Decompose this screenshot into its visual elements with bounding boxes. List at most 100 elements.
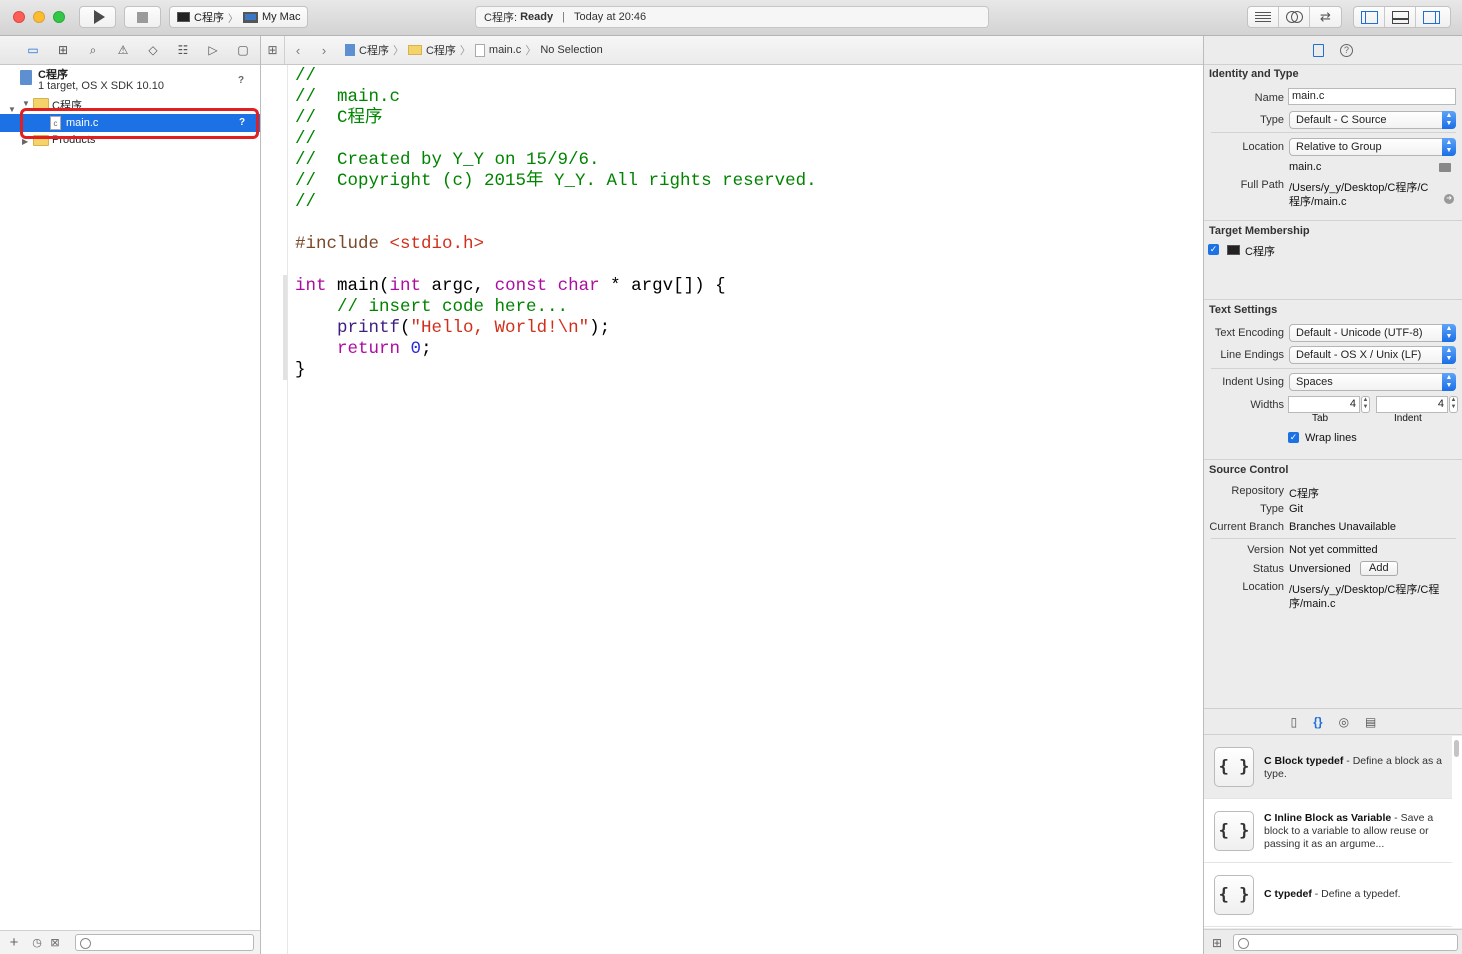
find-navigator-tab-icon[interactable]: ⌕	[78, 43, 108, 58]
tab-width-stepper[interactable]: ▲ ▼	[1361, 396, 1370, 413]
breadcrumb-group[interactable]: C程序	[426, 42, 456, 58]
code-line[interactable]: return 0;	[295, 339, 817, 360]
code-line[interactable]: // Copyright (c) 2015年 Y_Y. All rights r…	[295, 171, 817, 192]
minimize-window-button[interactable]	[33, 11, 45, 23]
identity-section-title: Identity and Type	[1209, 68, 1299, 80]
code-text[interactable]: //// main.c// C程序//// Created by Y_Y on …	[295, 66, 817, 381]
sc-location-line2: 序/main.c	[1289, 598, 1336, 610]
forward-arrow-icon[interactable]: ›	[311, 43, 337, 58]
add-icon[interactable]: +	[0, 934, 28, 951]
name-label: Name	[1254, 92, 1284, 104]
code-line[interactable]	[295, 255, 817, 276]
symbol-navigator-tab-icon[interactable]: ⊞	[48, 43, 78, 57]
code-line[interactable]: //	[295, 192, 817, 213]
location-file: main.c	[1289, 161, 1322, 173]
zoom-window-button[interactable]	[53, 11, 65, 23]
indent-using-popup[interactable]: Spaces ▲ ▼	[1289, 373, 1456, 391]
standard-editor-button[interactable]	[1248, 7, 1279, 27]
grid-view-icon[interactable]: ⊞	[1212, 936, 1222, 950]
snippet-item[interactable]: { } C Inline Block as Variable - Save a …	[1204, 800, 1452, 863]
issue-navigator-tab-icon[interactable]: ⚠	[108, 43, 138, 57]
code-snippet-icon: { }	[1214, 747, 1254, 787]
reveal-in-finder-icon[interactable]: ➜	[1444, 194, 1454, 204]
code-line[interactable]	[295, 213, 817, 234]
version-editor-icon: ⇄	[1320, 9, 1331, 24]
report-navigator-tab-icon[interactable]: ▢	[228, 43, 258, 57]
snippet-item[interactable]: { } C Block typedef - Define a block as …	[1204, 736, 1452, 799]
related-items-icon[interactable]: ⊞	[261, 36, 285, 64]
toggle-utilities-button[interactable]	[1416, 7, 1447, 27]
add-to-scm-button[interactable]: Add	[1360, 561, 1398, 576]
code-line[interactable]: // insert code here...	[295, 297, 817, 318]
snippet-text: C Inline Block as Variable - Save a bloc…	[1264, 812, 1442, 851]
recent-files-icon[interactable]: ◷	[28, 936, 46, 949]
code-line[interactable]: //	[295, 66, 817, 87]
version-editor-button[interactable]: ⇄	[1310, 7, 1341, 27]
breadcrumb-project[interactable]: C程序	[359, 42, 389, 58]
source-editor[interactable]: //// main.c// C程序//// Created by Y_Y on …	[261, 65, 1203, 954]
choose-folder-icon[interactable]	[1439, 163, 1451, 172]
indent-width-stepper[interactable]: ▲ ▼	[1449, 396, 1458, 413]
version-label: Version	[1247, 544, 1284, 556]
disclosure-open-icon[interactable]: ▼	[8, 105, 16, 114]
line-endings-value: Default - OS X / Unix (LF)	[1296, 349, 1422, 361]
target-name: C程序	[1245, 246, 1275, 258]
breadcrumb-file[interactable]: main.c	[489, 44, 521, 56]
indent-width-field[interactable]: 4	[1376, 396, 1448, 413]
media-library-icon[interactable]: ▤	[1365, 715, 1376, 729]
line-gutter[interactable]	[261, 65, 288, 954]
library-filter-input[interactable]	[1233, 934, 1458, 951]
assistant-editor-icon	[1286, 11, 1303, 23]
quick-help-icon[interactable]: ?	[1340, 43, 1353, 57]
text-settings-section-title: Text Settings	[1209, 304, 1278, 316]
library-tabs: ▯ {} ◎ ▤	[1204, 708, 1462, 735]
text-encoding-value: Default - Unicode (UTF-8)	[1296, 327, 1423, 339]
library-scrollbar[interactable]	[1454, 740, 1459, 757]
file-type-popup[interactable]: Default - C Source ▲ ▼	[1289, 111, 1456, 129]
divider	[1211, 538, 1456, 539]
code-line[interactable]: //	[295, 129, 817, 150]
breakpoint-navigator-tab-icon[interactable]: ▷	[198, 43, 228, 57]
debug-navigator-tab-icon[interactable]: ☷	[168, 43, 198, 57]
code-line[interactable]: // Created by Y_Y on 15/9/6.	[295, 150, 817, 171]
toggle-navigator-button[interactable]	[1354, 7, 1385, 27]
run-button[interactable]	[79, 6, 116, 28]
code-snippet-library-icon[interactable]: {}	[1313, 715, 1322, 729]
toggle-debug-area-button[interactable]	[1385, 7, 1416, 27]
test-navigator-tab-icon[interactable]: ◇	[138, 43, 168, 57]
tab-caption: Tab	[1312, 413, 1329, 424]
code-line[interactable]: // main.c	[295, 87, 817, 108]
close-window-button[interactable]	[13, 11, 25, 23]
code-line[interactable]: int main(int argc, const char * argv[]) …	[295, 276, 817, 297]
destination-name: My Mac	[261, 11, 301, 23]
file-inspector-icon[interactable]	[1313, 43, 1324, 57]
line-endings-popup[interactable]: Default - OS X / Unix (LF) ▲ ▼	[1289, 346, 1456, 364]
utilities-inspector: ? Identity and Type Name main.c Type Def…	[1203, 36, 1462, 954]
code-line[interactable]: #include <stdio.h>	[295, 234, 817, 255]
target-checkbox[interactable]: ✓	[1208, 244, 1219, 255]
code-line[interactable]: }	[295, 360, 817, 381]
disclosure-open-icon[interactable]: ▼	[22, 99, 30, 108]
tab-width-field[interactable]: 4	[1288, 396, 1360, 413]
location-popup[interactable]: Relative to Group ▲ ▼	[1289, 138, 1456, 156]
status-label: Status	[1252, 563, 1284, 575]
stop-button[interactable]	[124, 6, 161, 28]
source-control-filter-icon[interactable]: ⊠	[46, 936, 64, 949]
scheme-selector[interactable]: C程序 〉 My Mac	[169, 6, 308, 28]
text-encoding-popup[interactable]: Default - Unicode (UTF-8) ▲ ▼	[1289, 324, 1456, 342]
file-template-library-icon[interactable]: ▯	[1291, 715, 1298, 729]
breadcrumb-symbol[interactable]: No Selection	[540, 44, 602, 56]
back-arrow-icon[interactable]: ‹	[285, 43, 311, 58]
code-snippet-icon: { }	[1214, 811, 1254, 851]
snippet-item[interactable]: { } C typedef - Define a typedef.	[1204, 864, 1452, 927]
code-line[interactable]: // C程序	[295, 108, 817, 129]
object-library-icon[interactable]: ◎	[1339, 715, 1349, 729]
code-line[interactable]: printf("Hello, World!\n");	[295, 318, 817, 339]
snippet-title: C Block typedef	[1264, 755, 1344, 767]
wrap-lines-checkbox[interactable]: ✓	[1288, 432, 1299, 443]
assistant-editor-button[interactable]	[1279, 7, 1310, 27]
navigator-filter-input[interactable]	[75, 934, 254, 951]
name-field[interactable]: main.c	[1288, 88, 1456, 105]
project-navigator-tab-icon[interactable]: ▭	[18, 43, 48, 57]
chevron-right-icon: 〉	[227, 13, 238, 25]
